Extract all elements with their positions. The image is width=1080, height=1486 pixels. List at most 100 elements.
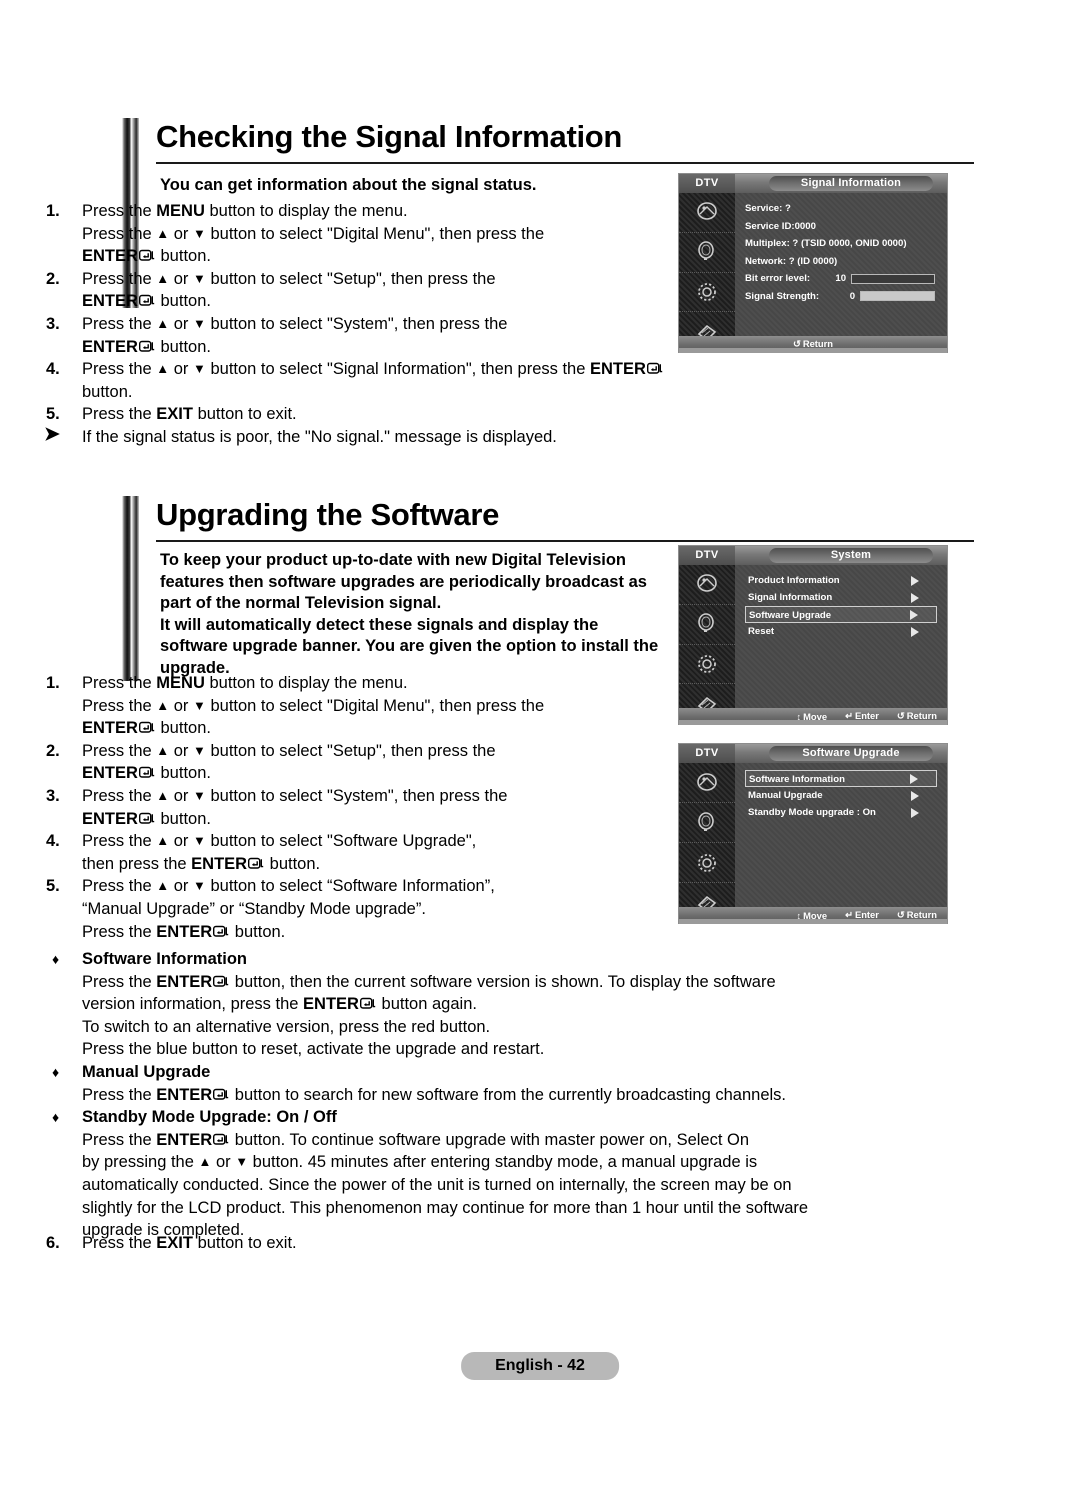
text-line: If the signal status is poor, the "No si… bbox=[82, 427, 557, 446]
text-line: Press the ENTER button, then the current… bbox=[82, 972, 776, 991]
osd-menu-item-label: Software Information bbox=[749, 774, 845, 785]
enter-button-icon bbox=[248, 857, 265, 870]
text-line: Press the ENTER button to search for new… bbox=[82, 1085, 787, 1104]
feature-item: ♦ Standby Mode Upgrade: On / Off Press the… bbox=[30, 1106, 860, 1242]
text-line: Press the ▲ or ▼ button to select "Signa… bbox=[82, 358, 670, 403]
osd-menu-item[interactable]: Signal Information bbox=[745, 589, 937, 606]
step-item: 3. Press the ▲ or ▼ button to select "Sys… bbox=[30, 313, 670, 358]
text-line: by pressing the ▲ or ▼ button. 45 minute… bbox=[82, 1153, 758, 1172]
enter-button-icon bbox=[213, 1088, 230, 1101]
osd-titlebar: DTV System bbox=[679, 546, 947, 565]
osd-menu-item[interactable]: Standby Mode upgrade : On bbox=[745, 804, 937, 821]
section-upgrading-the-software: Upgrading the Software To keep your prod… bbox=[122, 496, 974, 681]
feature-title: Manual Upgrade bbox=[82, 1062, 211, 1081]
down-arrow-icon: ▼ bbox=[193, 315, 206, 331]
step-number: 4. bbox=[46, 360, 60, 379]
step-number: 2. bbox=[46, 269, 60, 288]
up-arrow-icon: ▲ bbox=[156, 361, 170, 377]
signal-info-row: Network: ? (ID 0000) bbox=[735, 253, 947, 271]
step-item: 1. Press the MENU button to display the m… bbox=[30, 672, 670, 740]
section-intro: To keep your product up-to-date with new… bbox=[160, 550, 680, 679]
osd-titlebar: DTV Signal Information bbox=[679, 174, 947, 193]
osd-menu-item[interactable]: Software Information bbox=[745, 770, 937, 787]
step-number: 1. bbox=[46, 202, 60, 220]
enter-button-icon bbox=[138, 766, 156, 779]
step-item: 4. Press the ▲ or ▼ button to select "Sof… bbox=[30, 830, 670, 875]
step-item: 2. Press the ▲ or ▼ button to select "Set… bbox=[30, 740, 670, 785]
osd-dtv-label: DTV bbox=[679, 174, 735, 193]
up-arrow-icon: ▲ bbox=[156, 270, 170, 286]
steps-list-signal-information: 1. Press the MENU button to display the m… bbox=[30, 200, 670, 449]
intro-line: features then software upgrades are peri… bbox=[160, 572, 647, 591]
text-line: Press the ▲ or ▼ button to select "Softw… bbox=[82, 832, 477, 851]
osd-menu-item[interactable]: Manual Upgrade bbox=[745, 787, 937, 804]
chevron-right-icon bbox=[911, 807, 919, 818]
step-item: 5. Press the ▲ or ▼ button to select “Sof… bbox=[30, 875, 670, 943]
step-number: 5. bbox=[46, 877, 60, 896]
chevron-right-icon bbox=[911, 790, 919, 801]
chevron-right-icon bbox=[910, 609, 918, 620]
osd-menu-item-label: Reset bbox=[748, 626, 775, 637]
intro-line: part of the normal Television signal. bbox=[160, 594, 442, 612]
text-line: Press the ▲ or ▼ button to select "Syste… bbox=[82, 786, 508, 805]
section-intro: You can get information about the signal… bbox=[160, 176, 537, 194]
text-line: Press the ▲ or ▼ button to select "Syste… bbox=[82, 314, 508, 333]
note-item: ➤ If the signal status is poor, the "No s… bbox=[30, 423, 670, 449]
down-arrow-icon: ▼ bbox=[193, 361, 206, 377]
osd-menu-item[interactable]: Product Information bbox=[745, 572, 937, 589]
text-line: ENTER button. bbox=[82, 292, 211, 311]
signal-info-label: Multiplex: ? (TSID 0000, ONID 0000) bbox=[745, 238, 907, 249]
text-line: then press the ENTER button. bbox=[82, 854, 321, 873]
diamond-bullet-icon: ♦ bbox=[52, 951, 60, 967]
text-line: Press the ENTER button. bbox=[82, 922, 286, 941]
step-number: 4. bbox=[46, 832, 60, 851]
up-arrow-icon: ▲ bbox=[156, 878, 170, 894]
feature-item: ♦ Manual Upgrade Press the ENTER button to… bbox=[30, 1061, 860, 1106]
signal-info-label: Signal Strength: bbox=[745, 290, 820, 302]
osd-menu-item-label: Signal Information bbox=[748, 592, 833, 603]
enter-button-icon bbox=[138, 294, 156, 307]
text-line: version information, press the ENTER but… bbox=[82, 995, 477, 1014]
osd-body: Software Information Manual Upgrade Standb… bbox=[679, 763, 947, 923]
osd-content: Product Information Signal Information Sof… bbox=[735, 565, 947, 724]
intro-line: To keep your product up-to-date with new… bbox=[160, 551, 626, 569]
step-item: 2. Press the ▲ or ▼ button to select "Set… bbox=[30, 268, 670, 313]
feature-descriptions: ♦ Software Information Press the ENTER but… bbox=[30, 948, 860, 1242]
feature-title: Standby Mode Upgrade: On / Off bbox=[82, 1108, 337, 1127]
up-arrow-icon: ▲ bbox=[156, 787, 170, 803]
text-line: To switch to an alternative version, pre… bbox=[82, 1017, 491, 1036]
signal-info-row: Multiplex: ? (TSID 0000, ONID 0000) bbox=[735, 235, 947, 253]
osd-menu-item-label: Product Information bbox=[748, 575, 840, 586]
signal-info-label: Service: ? bbox=[745, 203, 791, 214]
step-number: 2. bbox=[46, 741, 60, 760]
up-arrow-icon: ▲ bbox=[198, 1154, 212, 1170]
signal-info-value: 0 bbox=[849, 290, 856, 302]
note-arrow-icon: ➤ bbox=[44, 423, 60, 445]
up-arrow-icon: ▲ bbox=[156, 697, 170, 713]
step-item: 1. Press the MENU button to display the m… bbox=[30, 200, 670, 268]
step-item: 4. Press the ▲ or ▼ button to select "Sig… bbox=[30, 358, 670, 403]
osd-title: System bbox=[769, 548, 933, 563]
text-line: ENTER button. bbox=[82, 719, 211, 738]
osd-menu-item[interactable]: Reset bbox=[745, 623, 937, 640]
osd-menu-item-label: Standby Mode upgrade : On bbox=[748, 807, 876, 818]
text-line: ENTER button. bbox=[82, 247, 211, 266]
osd-software-upgrade-menu: DTV Software Upgrade Software Informatio… bbox=[678, 743, 948, 924]
chevron-right-icon bbox=[911, 592, 919, 603]
signal-info-row: Service ID:0000 bbox=[735, 218, 947, 236]
text-line: Press the MENU button to display the men… bbox=[82, 674, 408, 692]
enter-button-icon bbox=[213, 975, 230, 988]
signal-info-row: Bit error level: 10 bbox=[735, 270, 947, 288]
osd-content: Service: ? Service ID:0000 Multiplex: ? (T… bbox=[735, 193, 947, 352]
final-step: 6. Press the EXIT button to exit. bbox=[30, 1232, 670, 1255]
osd-body: Product Information Signal Information Sof… bbox=[679, 565, 947, 724]
up-arrow-icon: ▲ bbox=[156, 315, 170, 331]
heading-divider bbox=[156, 162, 974, 164]
text-line: Press the ▲ or ▼ button to select "Setup… bbox=[82, 269, 496, 288]
osd-dtv-label: DTV bbox=[679, 546, 735, 565]
osd-menu-item[interactable]: Software Upgrade bbox=[745, 606, 937, 623]
down-arrow-icon: ▼ bbox=[193, 742, 206, 758]
diamond-bullet-icon: ♦ bbox=[52, 1063, 60, 1080]
text-line: ENTER button. bbox=[82, 764, 211, 783]
osd-menu-item-label: Manual Upgrade bbox=[748, 790, 823, 801]
